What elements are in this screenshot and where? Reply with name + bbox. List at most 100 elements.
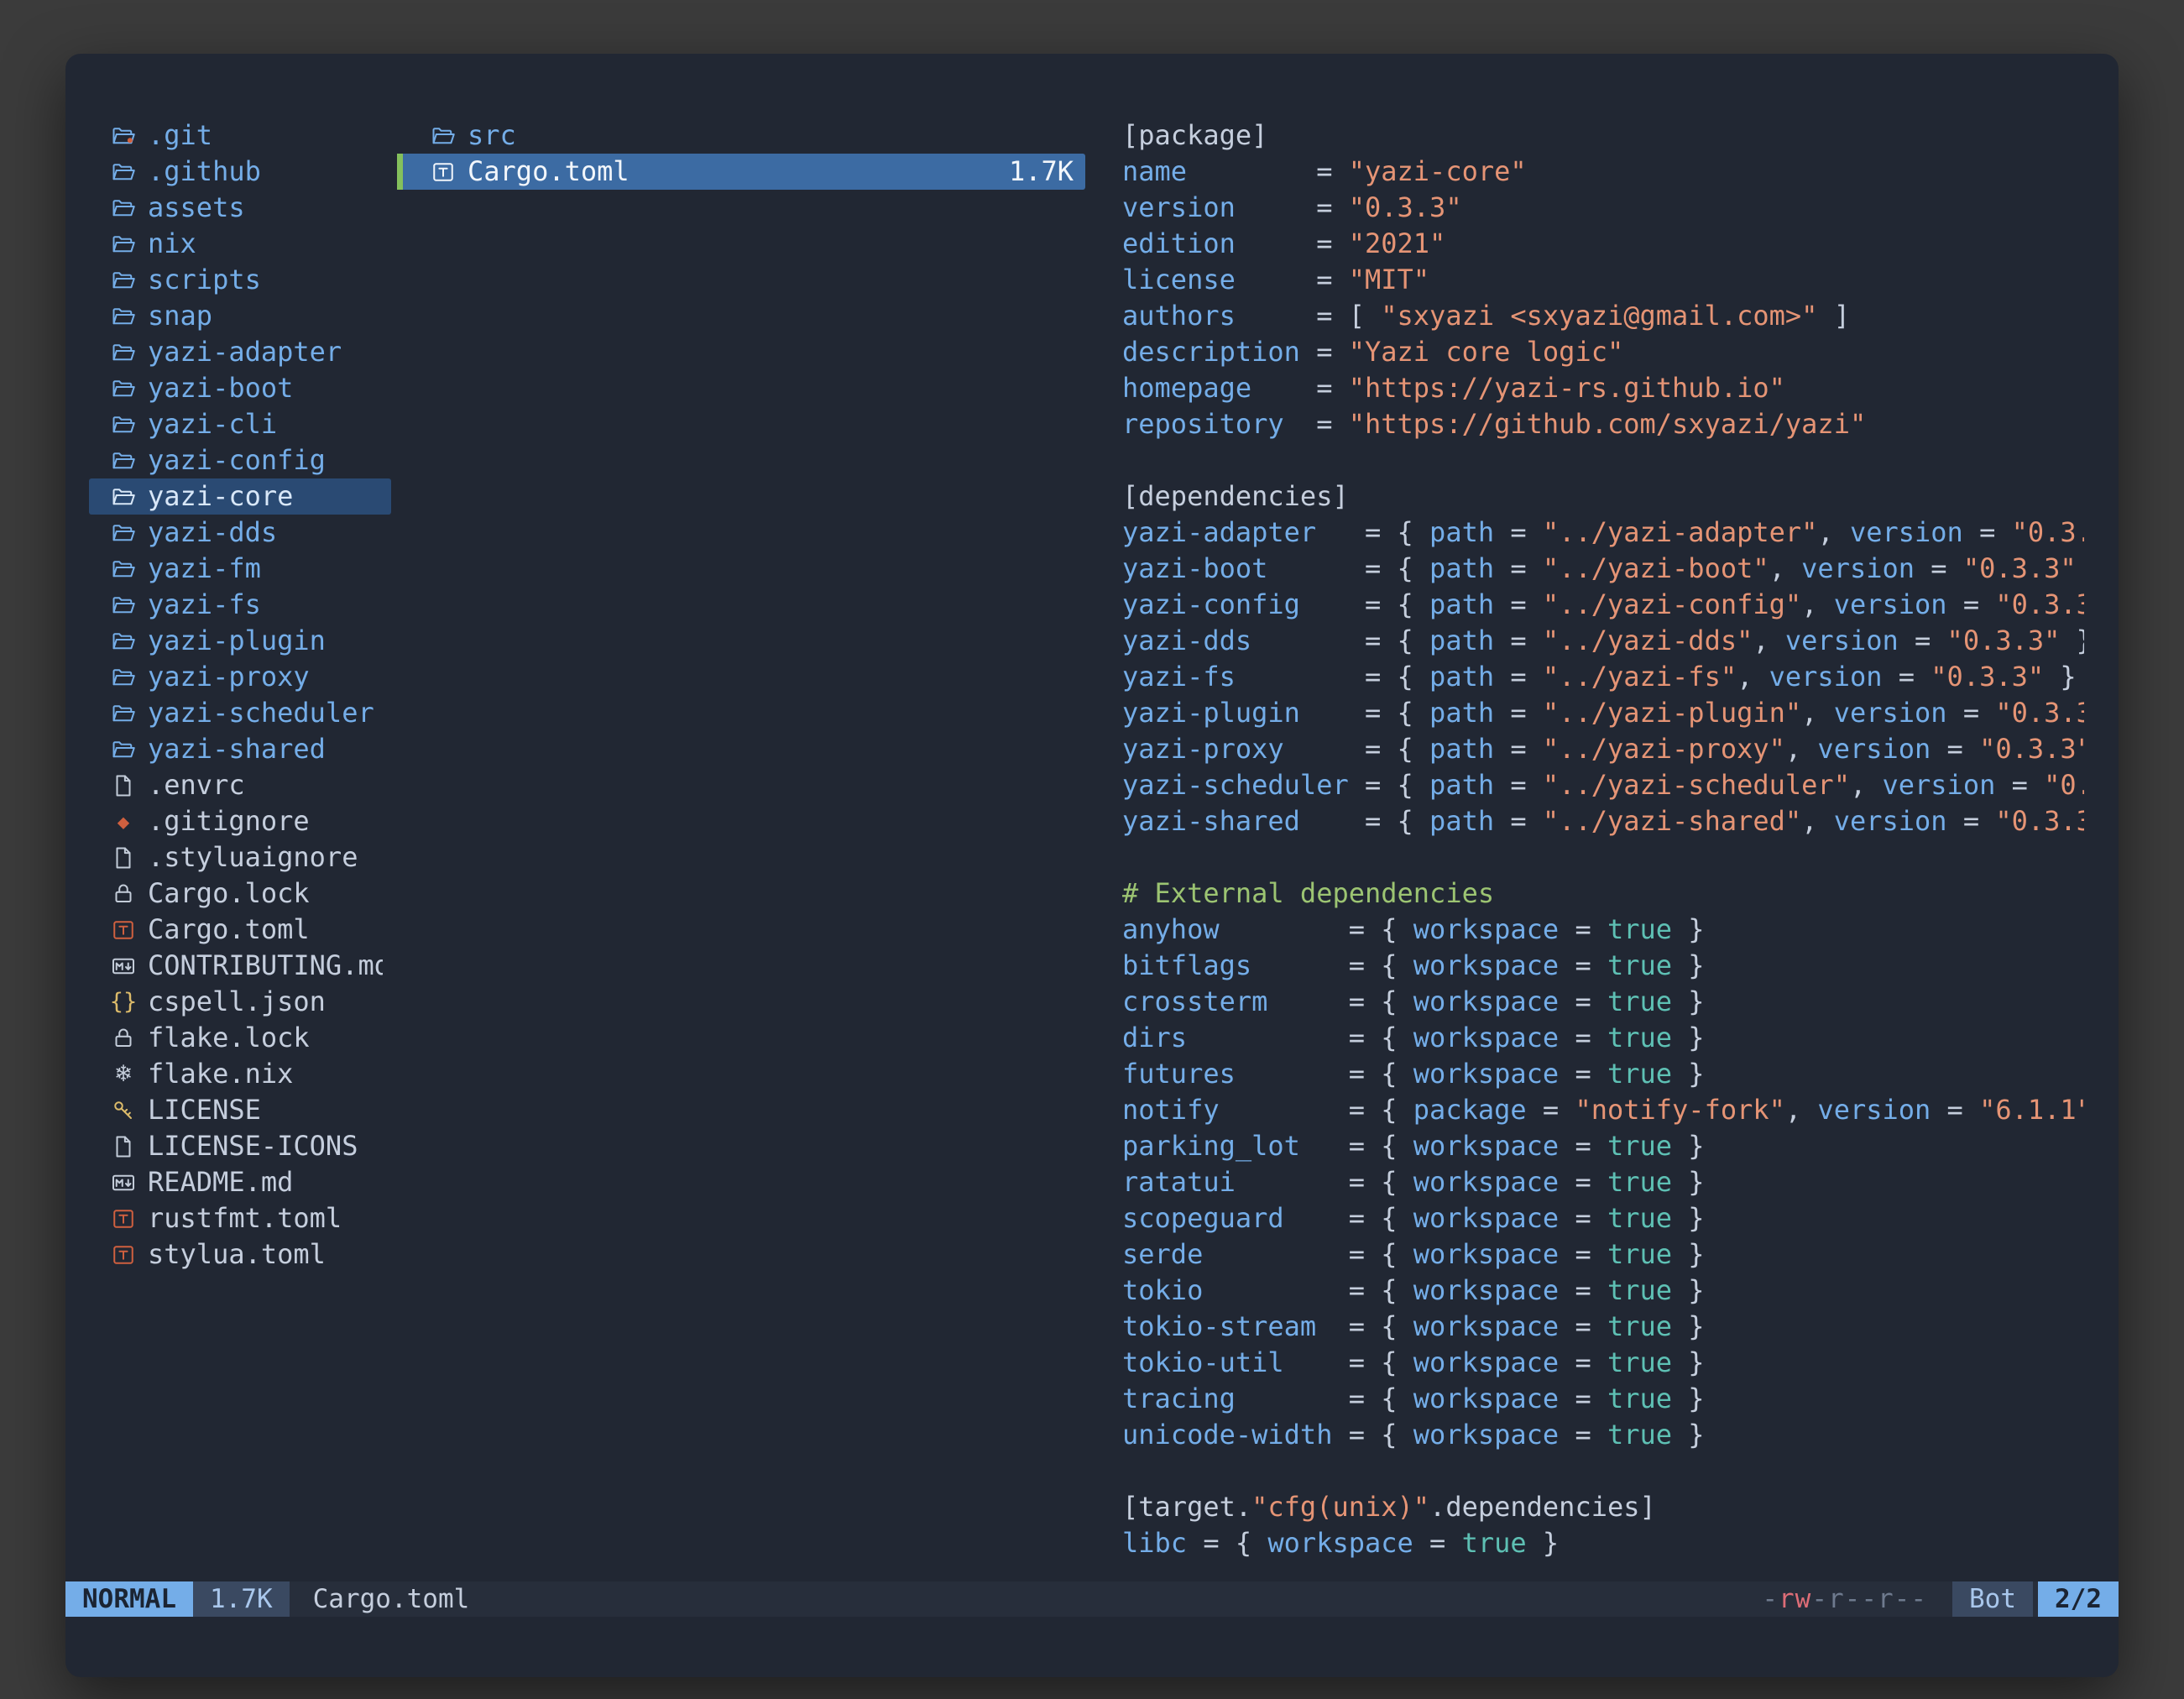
- file-row[interactable]: yazi-dds: [89, 515, 391, 551]
- file-size: 1.7K: [995, 154, 1074, 190]
- file-row[interactable]: nix: [89, 226, 391, 262]
- file-row[interactable]: scripts: [89, 262, 391, 298]
- file-name: yazi-dds: [148, 515, 277, 551]
- file-row[interactable]: CONTRIBUTING.md: [89, 948, 391, 984]
- file-row[interactable]: yazi-cli: [89, 406, 391, 442]
- scroll-position-badge: Bot: [1952, 1581, 2033, 1617]
- file-row[interactable]: stylua.toml: [89, 1236, 391, 1273]
- file-name: flake.nix: [148, 1056, 293, 1092]
- code-line: scopeguard = { workspace = true }: [1122, 1200, 2084, 1236]
- file-row[interactable]: flake.lock: [89, 1020, 391, 1056]
- current-pane[interactable]: srcCargo.toml1.7K: [397, 118, 1085, 190]
- code-line: crossterm = { workspace = true }: [1122, 984, 2084, 1020]
- code-line: authors = [ "sxyazi <sxyazi@gmail.com>" …: [1122, 298, 2084, 334]
- git-diamond-icon: ◆: [109, 812, 138, 832]
- file-row[interactable]: .github: [89, 154, 391, 190]
- folder-icon: [109, 159, 138, 185]
- size-label: 1.7K: [210, 1584, 273, 1614]
- file-name: yazi-boot: [148, 370, 293, 406]
- code-line: repository = "https://github.com/sxyazi/…: [1122, 406, 2084, 442]
- folder-icon: [429, 123, 457, 149]
- folder-icon: [109, 520, 138, 546]
- file-row[interactable]: yazi-proxy: [89, 659, 391, 695]
- markdown-icon: [109, 954, 138, 979]
- file-row[interactable]: README.md: [89, 1164, 391, 1200]
- file-row[interactable]: .envrc: [89, 767, 391, 803]
- file-name: nix: [148, 226, 196, 262]
- mode-label: NORMAL: [82, 1584, 176, 1614]
- file-row[interactable]: yazi-shared: [89, 731, 391, 767]
- file-name: .envrc: [148, 767, 245, 803]
- code-line: name = "yazi-core": [1122, 154, 2084, 190]
- code-line: description = "Yazi core logic": [1122, 334, 2084, 370]
- toml-icon: [109, 1206, 138, 1231]
- permissions-text: -rw-r--r--: [1762, 1581, 1927, 1617]
- code-line: homepage = "https://yazi-rs.github.io": [1122, 370, 2084, 406]
- yazi-window: .git.githubassetsnixscriptssnapyazi-adap…: [65, 54, 2119, 1677]
- code-line: tokio-util = { workspace = true }: [1122, 1345, 2084, 1381]
- status-filename: Cargo.toml: [313, 1581, 470, 1617]
- folder-icon: [109, 304, 138, 329]
- file-icon: [109, 1134, 138, 1159]
- code-line: [1122, 1453, 2084, 1489]
- file-row[interactable]: Cargo.toml: [89, 912, 391, 948]
- nix-snowflake-icon: ❄: [109, 1063, 138, 1085]
- code-line: yazi-adapter = { path = "../yazi-adapter…: [1122, 515, 2084, 551]
- file-name: yazi-shared: [148, 731, 326, 767]
- file-name: yazi-adapter: [148, 334, 342, 370]
- code-line: yazi-shared = { path = "../yazi-shared",…: [1122, 803, 2084, 839]
- git-folder-icon: [109, 123, 138, 149]
- file-row[interactable]: yazi-plugin: [89, 623, 391, 659]
- file-row[interactable]: {}cspell.json: [89, 984, 391, 1020]
- folder-icon: [109, 484, 138, 510]
- file-icon: [109, 773, 138, 798]
- selection-marker: [397, 154, 403, 190]
- file-name: yazi-cli: [148, 406, 277, 442]
- file-row[interactable]: .git: [89, 118, 391, 154]
- folder-icon: [109, 665, 138, 690]
- file-row[interactable]: yazi-fs: [89, 587, 391, 623]
- code-line: [1122, 442, 2084, 478]
- code-line: yazi-boot = { path = "../yazi-boot", ver…: [1122, 551, 2084, 587]
- file-row[interactable]: Cargo.lock: [89, 876, 391, 912]
- file-name: yazi-fs: [148, 587, 261, 623]
- file-name: yazi-scheduler: [148, 695, 374, 731]
- file-row[interactable]: yazi-config: [89, 442, 391, 478]
- file-row[interactable]: yazi-adapter: [89, 334, 391, 370]
- markdown-icon: [109, 1170, 138, 1195]
- license-key-icon: [109, 1098, 138, 1123]
- file-name: stylua.toml: [148, 1236, 326, 1273]
- code-line: anyhow = { workspace = true }: [1122, 912, 2084, 948]
- code-line: unicode-width = { workspace = true }: [1122, 1417, 2084, 1453]
- preview-pane[interactable]: [package]name = "yazi-core"version = "0.…: [1122, 118, 2084, 1561]
- code-line: license = "MIT": [1122, 262, 2084, 298]
- file-row[interactable]: rustfmt.toml: [89, 1200, 391, 1236]
- file-row[interactable]: src: [397, 118, 1085, 154]
- code-line: yazi-fs = { path = "../yazi-fs", version…: [1122, 659, 2084, 695]
- file-row[interactable]: yazi-scheduler: [89, 695, 391, 731]
- file-row[interactable]: yazi-fm: [89, 551, 391, 587]
- code-line: yazi-dds = { path = "../yazi-dds", versi…: [1122, 623, 2084, 659]
- folder-icon: [109, 701, 138, 726]
- file-name: yazi-fm: [148, 551, 261, 587]
- file-row[interactable]: ◆.gitignore: [89, 803, 391, 839]
- file-row[interactable]: .styluaignore: [89, 839, 391, 876]
- file-row[interactable]: LICENSE-ICONS: [89, 1128, 391, 1164]
- file-name: yazi-proxy: [148, 659, 310, 695]
- parent-pane[interactable]: .git.githubassetsnixscriptssnapyazi-adap…: [89, 118, 401, 1273]
- file-row[interactable]: ❄ flake.nix: [89, 1056, 391, 1092]
- file-name: snap: [148, 298, 212, 334]
- file-name: rustfmt.toml: [148, 1200, 342, 1236]
- file-row[interactable]: yazi-boot: [89, 370, 391, 406]
- code-line: parking_lot = { workspace = true }: [1122, 1128, 2084, 1164]
- file-row[interactable]: assets: [89, 190, 391, 226]
- code-line: tokio-stream = { workspace = true }: [1122, 1309, 2084, 1345]
- file-row[interactable]: snap: [89, 298, 391, 334]
- file-name: LICENSE-ICONS: [148, 1128, 358, 1164]
- code-line: version = "0.3.3": [1122, 190, 2084, 226]
- file-row[interactable]: Cargo.toml1.7K: [397, 154, 1085, 190]
- file-name: LICENSE: [148, 1092, 261, 1128]
- file-name: .github: [148, 154, 261, 190]
- file-row[interactable]: LICENSE: [89, 1092, 391, 1128]
- file-row[interactable]: yazi-core: [89, 478, 391, 515]
